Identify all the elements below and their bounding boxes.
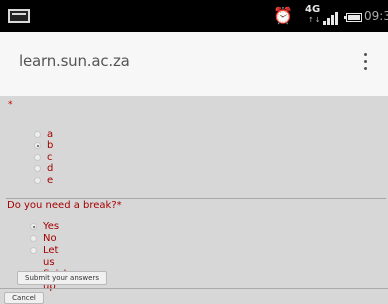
- option-label: b: [47, 140, 54, 151]
- radio-button[interactable]: [30, 247, 37, 254]
- option-label: Yes: [43, 221, 60, 232]
- radio-button[interactable]: [34, 177, 41, 184]
- radio-button[interactable]: [34, 165, 41, 172]
- signal-icon: [323, 12, 339, 25]
- network-type: 4G: [305, 4, 321, 15]
- option-label: Let us finish up: [43, 245, 70, 292]
- radio-button[interactable]: [30, 235, 37, 242]
- option-label: e: [47, 175, 54, 186]
- radio-button-selected[interactable]: [30, 223, 37, 230]
- submit-button[interactable]: Submit your answers: [17, 271, 107, 285]
- battery-icon: [344, 13, 362, 22]
- divider: [0, 288, 388, 289]
- app-icon: [8, 9, 30, 23]
- question-1: * a b c d e: [4, 99, 384, 191]
- radio-button-selected[interactable]: [34, 142, 41, 149]
- question-1-label: *: [8, 100, 13, 110]
- radio-button[interactable]: [34, 154, 41, 161]
- overflow-menu-icon[interactable]: [363, 53, 369, 75]
- browser-address-bar: learn.sun.ac.za: [0, 32, 388, 97]
- cancel-button[interactable]: Cancel: [4, 292, 44, 304]
- status-bar: ⏰ 4G ↑↓ 09:37: [0, 0, 388, 32]
- radio-button[interactable]: [34, 131, 41, 138]
- url-field[interactable]: learn.sun.ac.za: [19, 52, 130, 70]
- alarm-icon: ⏰: [273, 6, 293, 25]
- option-label: d: [47, 163, 54, 174]
- divider: [6, 198, 386, 199]
- option-label: No: [43, 233, 57, 244]
- status-clock: 09:37: [364, 9, 388, 23]
- question-2-label: Do you need a break?*: [7, 200, 122, 211]
- data-activity-icon: ↑↓: [308, 16, 322, 24]
- quiz-form: * a b c d e Do you need a break?* Yes No: [0, 96, 388, 304]
